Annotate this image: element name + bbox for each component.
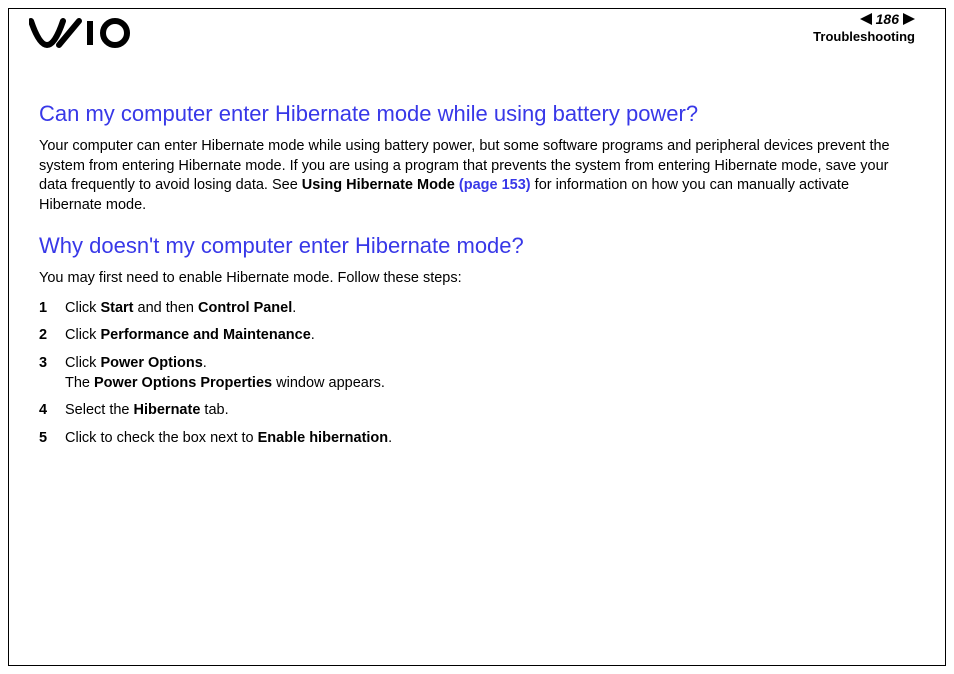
step-number: 3 [39,354,65,393]
list-item: 5Click to check the box next to Enable h… [39,429,915,449]
step-text: Select the Hibernate tab. [65,401,229,421]
vaio-logo [29,17,139,54]
q2-intro: You may first need to enable Hibernate m… [39,269,915,289]
step-text: Click Performance and Maintenance. [65,326,315,346]
page-nav: 186 [813,11,915,27]
page-number: 186 [876,11,899,27]
q2-heading: Why doesn't my computer enter Hibernate … [39,233,915,259]
main-content: Can my computer enter Hibernate mode whi… [39,101,915,448]
section-title: Troubleshooting [813,29,915,44]
q1-bold-ref: Using Hibernate Mode [302,177,459,193]
prev-page-arrow-icon[interactable] [860,13,872,25]
steps-list: 1Click Start and then Control Panel.2Cli… [39,299,915,448]
list-item: 1Click Start and then Control Panel. [39,299,915,319]
step-text: Click to check the box next to Enable hi… [65,429,392,449]
page-153-link[interactable]: (page 153) [459,177,531,193]
list-item: 2Click Performance and Maintenance. [39,326,915,346]
step-number: 5 [39,429,65,449]
page-frame: 186 Troubleshooting Can my computer ente… [8,8,946,666]
step-number: 2 [39,326,65,346]
header-right: 186 Troubleshooting [813,11,915,44]
step-number: 1 [39,299,65,319]
step-text: Click Power Options.The Power Options Pr… [65,354,385,393]
step-number: 4 [39,401,65,421]
next-page-arrow-icon[interactable] [903,13,915,25]
header: 186 Troubleshooting [39,9,915,61]
q1-heading: Can my computer enter Hibernate mode whi… [39,101,915,127]
step-text: Click Start and then Control Panel. [65,299,296,319]
q1-paragraph: Your computer can enter Hibernate mode w… [39,137,915,215]
list-item: 4Select the Hibernate tab. [39,401,915,421]
list-item: 3Click Power Options.The Power Options P… [39,354,915,393]
